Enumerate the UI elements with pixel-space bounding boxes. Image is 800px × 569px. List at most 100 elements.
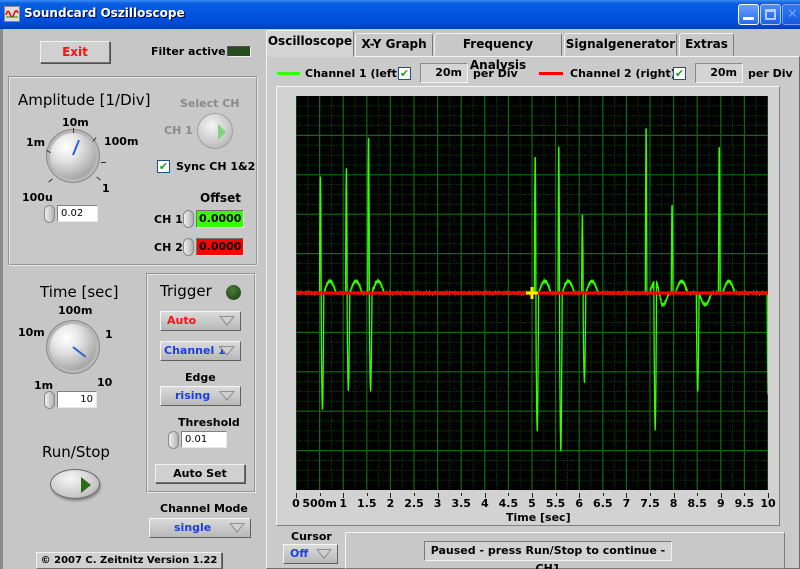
amplitude-spinner[interactable]	[44, 205, 55, 223]
edge-label: Edge	[185, 371, 216, 384]
time-scale-10: 10	[97, 376, 113, 389]
time-spinner[interactable]	[44, 391, 55, 409]
tab-oscilloscope[interactable]: Oscilloscope	[266, 30, 354, 57]
amp-scale-100m: 100m	[104, 135, 139, 148]
offset-ch1-spinner[interactable]	[183, 210, 194, 228]
x-tick-mark	[555, 493, 557, 496]
x-tick-mark	[366, 493, 368, 496]
threshold-input[interactable]: 0.01	[181, 431, 227, 448]
channel2-label: Channel 2 (right)	[570, 67, 676, 80]
chevron-down-icon	[219, 316, 235, 326]
x-tick-mark	[461, 493, 463, 496]
x-tick-label: 500m	[302, 497, 337, 510]
offset-ch2-input[interactable]: 0.0000	[196, 238, 244, 256]
x-axis-title: Time [sec]	[506, 511, 571, 524]
x-tick-label: 1.5	[357, 497, 377, 510]
tab-frequency-analysis[interactable]: Frequency Analysis	[434, 33, 562, 72]
channel1-per-div-label: per Div	[473, 67, 518, 80]
time-value-input[interactable]: 10	[57, 391, 97, 408]
x-tick-label: 1	[339, 497, 348, 510]
channel2-checkbox[interactable]: ✔	[673, 67, 686, 80]
run-stop-button[interactable]	[50, 469, 100, 499]
channel-mode-value: single	[174, 521, 212, 534]
x-tick-label: 8.5	[687, 497, 707, 510]
channel1-per-div-input[interactable]: 20m	[420, 63, 468, 83]
channel-mode-label: Channel Mode	[160, 502, 248, 515]
time-knob[interactable]	[50, 324, 96, 370]
knob-tick	[73, 128, 74, 133]
x-tick-mark	[697, 493, 699, 496]
x-tick-mark	[319, 493, 321, 496]
x-tick-label: 8	[669, 497, 678, 510]
chevron-down-icon	[219, 346, 235, 356]
time-scale-1m: 1m	[34, 379, 54, 392]
x-tick-label: 9.5	[734, 497, 755, 510]
time-scale-100m: 100m	[58, 304, 93, 317]
maximize-icon	[765, 9, 776, 20]
select-ch-button[interactable]	[197, 113, 233, 149]
auto-set-button[interactable]: Auto Set	[155, 464, 245, 483]
status-text: Paused - press Run/Stop to continue - CH…	[424, 541, 672, 569]
chevron-down-icon	[316, 549, 332, 559]
amplitude-knob[interactable]	[50, 133, 96, 179]
channel1-checkbox[interactable]: ✔	[398, 67, 411, 80]
maximize-button[interactable]	[760, 4, 781, 25]
time-scale-10m: 10m	[18, 326, 45, 339]
trigger-source-value: Channel 1	[164, 344, 226, 357]
chevron-down-icon	[219, 391, 235, 401]
trigger-mode-dropdown[interactable]: Auto	[160, 311, 241, 331]
offset-ch2-label: CH 2	[154, 241, 183, 254]
trigger-led	[226, 285, 241, 300]
minimize-icon	[743, 17, 754, 20]
select-ch-label: CH 1	[164, 124, 193, 137]
x-tick-label: 5.5	[545, 497, 566, 510]
run-stop-label: Run/Stop	[42, 443, 110, 461]
filter-active-led	[227, 46, 251, 57]
cursor-label: Cursor	[291, 530, 332, 543]
threshold-label: Threshold	[178, 416, 240, 429]
offset-title: Offset	[200, 191, 241, 205]
oscilloscope-plot[interactable]	[296, 96, 768, 490]
tab-xy-graph[interactable]: X-Y Graph	[355, 33, 433, 56]
channel1-line-swatch	[277, 72, 300, 75]
amp-scale-100u: 100u	[22, 191, 53, 204]
offset-ch2-spinner[interactable]	[183, 238, 194, 256]
knob-indicator	[72, 346, 87, 358]
sync-label: Sync CH 1&2	[176, 160, 256, 173]
x-tick-label: 3	[433, 497, 442, 510]
tab-extras[interactable]: Extras	[679, 33, 734, 56]
x-tick-label: 4.5	[498, 497, 519, 510]
channel1-label: Channel 1 (left)	[305, 67, 402, 80]
sync-checkbox[interactable]: ✔	[157, 160, 170, 173]
exit-button[interactable]: Exit	[40, 41, 110, 63]
play-arrow-icon	[218, 124, 226, 140]
cursor-dropdown[interactable]: Off	[283, 544, 338, 564]
amplitude-value-input[interactable]: 0.02	[57, 205, 98, 222]
copyright-version: © 2007 C. Zeitnitz Version 1.22	[36, 552, 222, 569]
title-bar: Soundcard Oszilloscope ✕	[0, 0, 800, 29]
channel-mode-dropdown[interactable]: single	[149, 518, 251, 538]
threshold-spinner[interactable]	[168, 431, 179, 449]
edge-dropdown[interactable]: rising	[160, 386, 241, 406]
minimize-button[interactable]	[738, 4, 759, 25]
channel2-per-div-label: per Div	[748, 67, 793, 80]
trigger-mode-value: Auto	[167, 314, 197, 327]
time-title: Time [sec]	[40, 283, 119, 301]
channel2-per-div-input[interactable]: 20m	[695, 63, 743, 83]
channel2-line-swatch	[539, 72, 563, 75]
amp-scale-1m: 1m	[26, 136, 46, 149]
x-tick-label: 6.5	[593, 497, 613, 510]
knob-tick	[101, 162, 106, 163]
time-scale-1: 1	[105, 328, 113, 341]
trigger-source-dropdown[interactable]: Channel 1	[160, 341, 241, 361]
sine-wave-icon	[4, 6, 20, 22]
close-button[interactable]: ✕	[782, 4, 800, 25]
close-icon: ✕	[787, 7, 798, 22]
tab-signalgenerator[interactable]: Signalgenerator	[564, 33, 677, 56]
x-tick-label: 3.5	[451, 497, 471, 510]
amp-scale-1: 1	[102, 182, 110, 195]
play-icon	[81, 477, 91, 493]
knob-indicator	[72, 139, 80, 156]
x-tick-label: 10	[760, 497, 776, 510]
offset-ch1-input[interactable]: 0.0000	[196, 210, 244, 228]
